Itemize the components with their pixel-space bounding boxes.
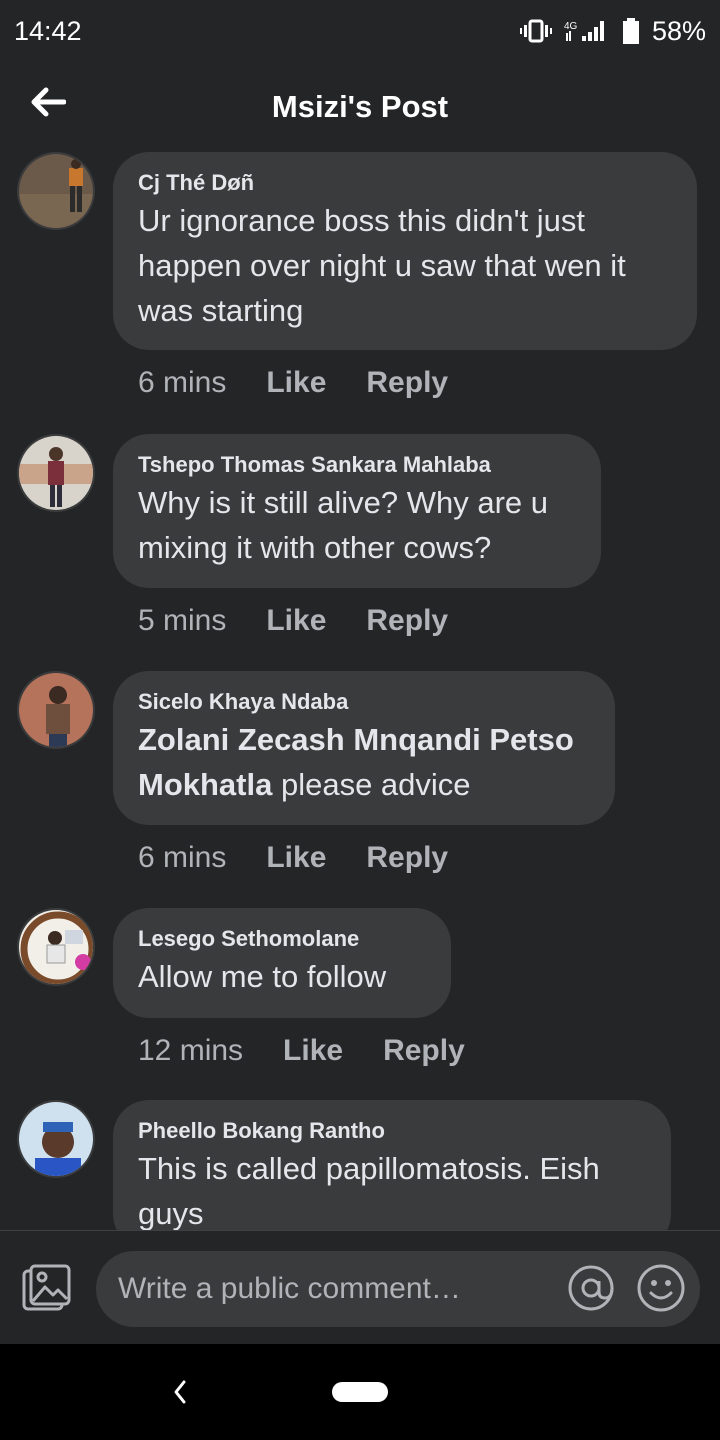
avatar[interactable] [17, 1100, 95, 1178]
avatar[interactable] [17, 908, 95, 986]
reply-button[interactable]: Reply [366, 366, 448, 400]
comment-bubble[interactable]: Pheello Bokang Rantho This is called pap… [113, 1100, 671, 1230]
comment-author[interactable]: Lesego Sethomolane [138, 924, 425, 954]
comment-author[interactable]: Pheello Bokang Rantho [138, 1116, 645, 1146]
system-home-button[interactable] [332, 1382, 388, 1402]
comment-bubble[interactable]: Lesego Sethomolane Allow me to follow [113, 908, 451, 1018]
like-button[interactable]: Like [283, 1034, 343, 1068]
battery-icon [622, 18, 640, 44]
comment-text: Ur ignorance boss this didn't just happe… [138, 203, 626, 328]
reply-button[interactable]: Reply [366, 841, 448, 875]
comment-list[interactable]: Cj Thé Døñ Ur ignorance boss this didn't… [0, 152, 720, 1230]
avatar[interactable] [17, 434, 95, 512]
comment-input-placeholder: Write a public comment… [118, 1272, 461, 1305]
comment-author[interactable]: Tshepo Thomas Sankara Mahlaba [138, 450, 575, 480]
emoji-icon [637, 1264, 685, 1312]
battery-percent: 58% [651, 15, 706, 46]
status-bar: 14:42 4G 58% [0, 0, 720, 62]
comment-author[interactable]: Sicelo Khaya Ndaba [138, 687, 589, 717]
status-icons: 4G 58% [519, 15, 706, 47]
comment-actions: 12 mins Like Reply [138, 1034, 465, 1068]
comment-bubble[interactable]: Cj Thé Døñ Ur ignorance boss this didn't… [113, 152, 697, 350]
comment-text: Zolani Zecash Mnqandi Petso Mokhatla ple… [138, 717, 589, 807]
comment-actions: 6 mins Like Reply [138, 841, 448, 875]
vibrate-icon [519, 19, 552, 43]
system-back-button[interactable] [168, 1374, 192, 1410]
comment-author[interactable]: Cj Thé Døñ [138, 168, 671, 198]
comment-bubble[interactable]: Sicelo Khaya Ndaba Zolani Zecash Mnqandi… [113, 671, 615, 825]
like-button[interactable]: Like [266, 366, 326, 400]
reply-button[interactable]: Reply [383, 1034, 465, 1068]
back-button[interactable] [28, 82, 68, 122]
comment-text: Allow me to follow [138, 959, 387, 994]
comment-text-rest: please advice [272, 767, 471, 802]
avatar[interactable] [17, 671, 95, 749]
page-title: Msizi's Post [271, 89, 449, 124]
comment-actions: 6 mins Like Reply [138, 366, 448, 400]
avatar[interactable] [17, 152, 95, 230]
back-arrow-icon [31, 87, 66, 117]
emoji-button[interactable] [636, 1263, 686, 1313]
comment-actions: 5 mins Like Reply [138, 604, 448, 638]
signal-icon: 4G [564, 19, 610, 43]
photo-button[interactable] [20, 1263, 72, 1315]
gallery-icon [22, 1264, 71, 1311]
reply-button[interactable]: Reply [366, 604, 448, 638]
mention-button[interactable] [566, 1263, 616, 1313]
like-button[interactable]: Like [266, 604, 326, 638]
comment-time[interactable]: 6 mins [138, 366, 226, 400]
comment-text: This is called papillomatosis. Eish guys [138, 1151, 600, 1230]
comment-time[interactable]: 5 mins [138, 604, 226, 638]
mention-icon [568, 1265, 614, 1311]
comment-text: Why is it still alive? Why are u mixing … [138, 485, 548, 565]
like-button[interactable]: Like [266, 841, 326, 875]
comment-time[interactable]: 6 mins [138, 841, 226, 875]
app-header: Msizi's Post [0, 62, 720, 152]
comment-bubble[interactable]: Tshepo Thomas Sankara Mahlaba Why is it … [113, 434, 601, 588]
comment-time[interactable]: 12 mins [138, 1034, 243, 1068]
status-time: 14:42 [14, 15, 82, 46]
network-label: 4G [564, 21, 578, 32]
comment-composer: Write a public comment… [0, 1230, 720, 1344]
chevron-left-icon [174, 1380, 186, 1404]
